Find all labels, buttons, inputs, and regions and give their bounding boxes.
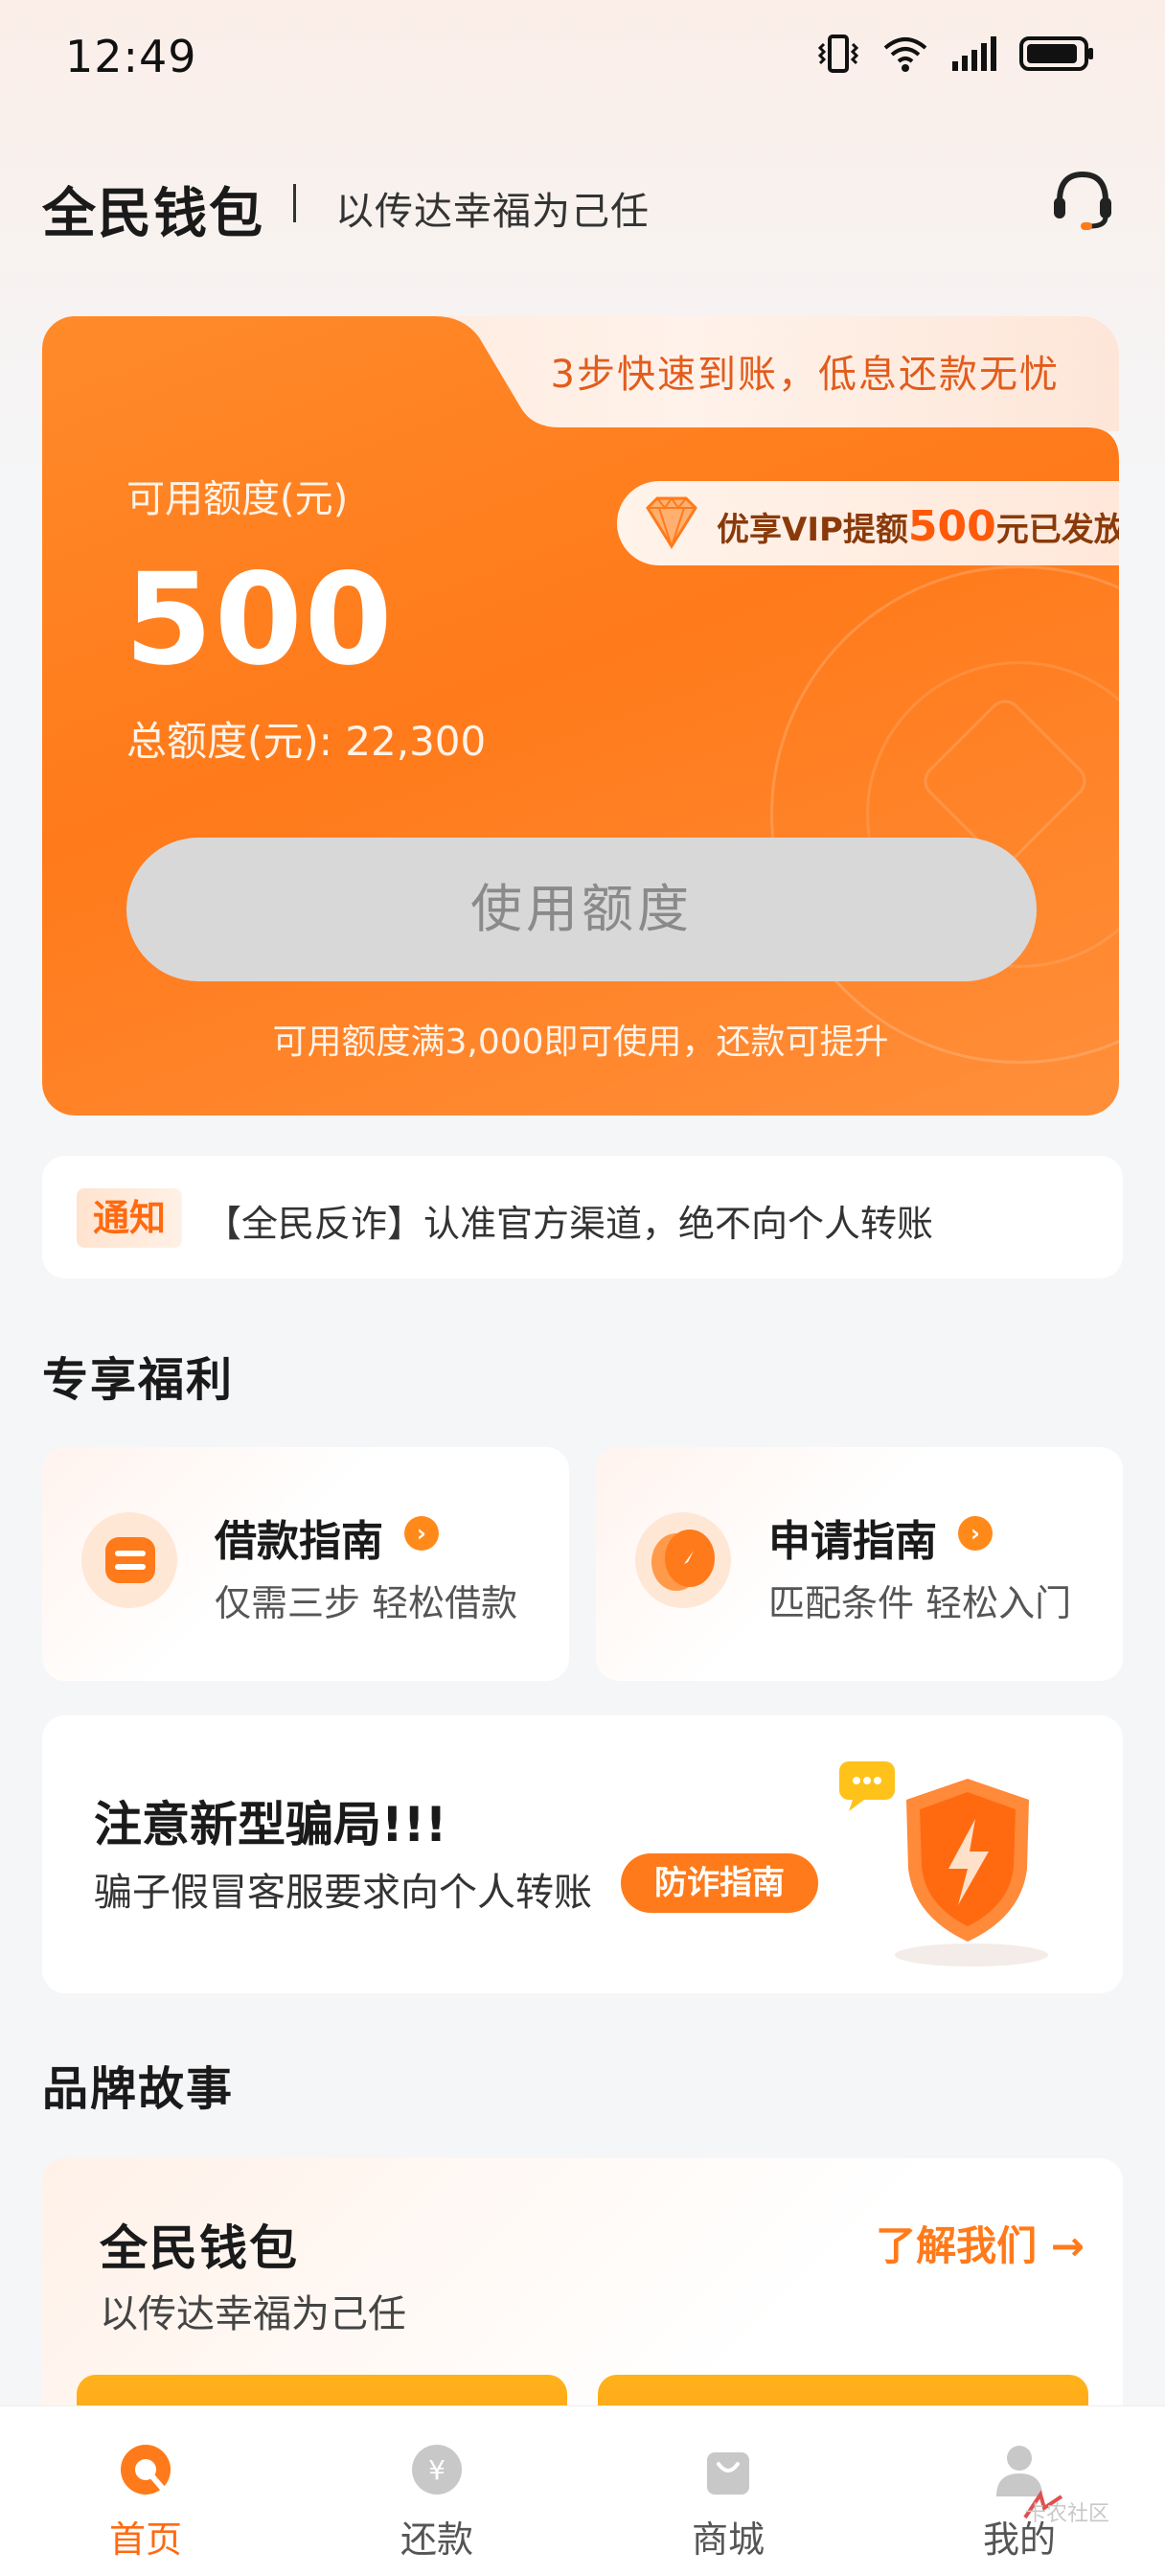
apply-guide-icon xyxy=(635,1512,731,1608)
quota-card-body: 可用额度(元) 500 总额度(元): 22,300 优享VIP提额500元已发… xyxy=(42,316,1119,1116)
signal-icon xyxy=(952,36,996,71)
use-quota-button[interactable]: 使用额度 xyxy=(126,838,1037,981)
tab-profile[interactable]: 我的 xyxy=(924,2406,1115,2576)
loan-guide-subtitle: 仅需三步 轻松借款 xyxy=(215,1582,518,1624)
story-card-title: 全民钱包 xyxy=(100,2220,299,2276)
shop-icon xyxy=(707,2452,749,2495)
loan-guide-icon xyxy=(81,1512,177,1608)
wifi-icon xyxy=(883,37,927,72)
brand-story-section-title: 品牌故事 xyxy=(42,2062,235,2116)
diamond-icon xyxy=(642,494,701,550)
total-quota-label: 总额度(元): 22,300 xyxy=(126,718,487,765)
tab-home[interactable]: 首页 xyxy=(50,2406,241,2576)
bottom-tab-bar: 首页 ¥ 还款 商城 我的 卡农社区 xyxy=(0,2405,1165,2576)
brand-title: 全民钱包 xyxy=(42,183,264,245)
header-divider xyxy=(293,184,296,222)
available-quota-label: 可用额度(元) xyxy=(126,477,349,521)
loan-guide-card[interactable]: 借款指南 › 仅需三步 轻松借款 xyxy=(42,1447,569,1681)
customer-service-icon[interactable] xyxy=(1046,163,1119,236)
brand-slogan: 以传达幸福为己任 xyxy=(335,190,650,234)
apply-guide-card[interactable]: 申请指南 › 匹配条件 轻松入门 xyxy=(596,1447,1123,1681)
tab-repay-label: 还款 xyxy=(400,2518,473,2561)
tab-home-label: 首页 xyxy=(108,2518,182,2561)
vip-text: 优享VIP提额500元已发放 xyxy=(717,502,1119,551)
repay-icon: ¥ xyxy=(412,2445,462,2495)
loan-guide-title: 借款指南 xyxy=(215,1517,383,1566)
about-us-link[interactable]: 了解我们 → xyxy=(876,2214,1085,2272)
vip-amount: 500 xyxy=(907,502,996,551)
tab-repay[interactable]: ¥ 还款 xyxy=(341,2406,533,2576)
use-quota-hint: 可用额度满3,000即可使用，还款可提升 xyxy=(272,1023,889,1062)
shield-icon xyxy=(839,1761,1048,1966)
battery-icon xyxy=(1019,36,1093,71)
status-time: 12:49 xyxy=(65,31,197,82)
fraud-title: 注意新型骗局!!! xyxy=(94,1797,447,1852)
anti-fraud-guide-button[interactable]: 防诈指南 xyxy=(621,1853,818,1913)
notice-tag: 通知 xyxy=(77,1188,182,1248)
vip-suffix: 元已发放 xyxy=(995,511,1119,549)
chevron-right-icon: › xyxy=(404,1516,439,1551)
tab-shop[interactable]: 商城 xyxy=(632,2406,824,2576)
vip-prefix: 优享VIP提额 xyxy=(717,511,908,549)
notice-bar[interactable]: 通知 【全民反诈】认准官方渠道，绝不向个人转账 xyxy=(42,1156,1123,1278)
svg-text:¥: ¥ xyxy=(428,2454,445,2486)
available-quota-value: 500 xyxy=(125,546,395,694)
watermark-text: 卡农社区 xyxy=(1024,2502,1109,2526)
promo-tab-text: 3步快速到账，低息还款无忧 xyxy=(550,353,1060,397)
status-bar: 12:49 xyxy=(0,0,1165,115)
quota-card: 3步快速到账，低息还款无忧 可用额度(元) 500 总额度(元): 22,300… xyxy=(42,316,1119,1116)
notice-text: 【全民反诈】认准官方渠道，绝不向个人转账 xyxy=(205,1203,934,1245)
chevron-right-icon: › xyxy=(958,1516,993,1551)
home-icon xyxy=(121,2445,171,2495)
apply-guide-title: 申请指南 xyxy=(768,1517,937,1566)
status-icons xyxy=(816,34,1096,73)
welfare-section-title: 专享福利 xyxy=(42,1353,235,1407)
app-header: 全民钱包 以传达幸福为己任 xyxy=(42,163,1123,245)
fraud-subtitle: 骗子假冒客服要求向个人转账 xyxy=(94,1871,592,1915)
vibrate-icon xyxy=(817,34,859,73)
tab-shop-label: 商城 xyxy=(691,2518,765,2561)
apply-guide-subtitle: 匹配条件 轻松入门 xyxy=(768,1582,1072,1624)
vip-badge[interactable]: 优享VIP提额500元已发放 xyxy=(617,481,1119,565)
story-card-subtitle: 以传达幸福为己任 xyxy=(100,2292,406,2336)
anti-fraud-card[interactable]: 注意新型骗局!!! 骗子假冒客服要求向个人转账 防诈指南 xyxy=(42,1715,1123,1993)
